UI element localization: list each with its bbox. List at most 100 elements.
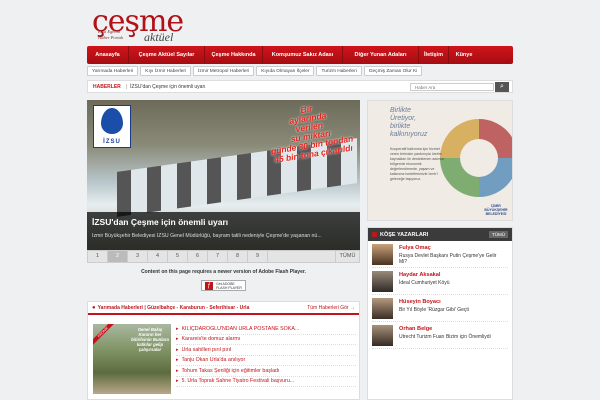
list-item[interactable]: ▸ Tohum Takas Şenliği için eğitimler başl… [176,366,356,377]
pager-page-8[interactable]: 8 [228,251,248,262]
list-item[interactable]: ▸ 5. Urla Toprak Sahne Tiyatro Festivali … [176,377,356,387]
columnists-panel: KÖŞE YAZARLARI TÜMÜ Fulya Omaç Rusya Dev… [367,227,513,400]
slide-caption[interactable]: İZSU'dan Çeşme için önemli uyarı İzmir B… [87,212,360,250]
subnav-item-metropol[interactable]: İzmir Metropol Haberleri [193,66,255,76]
advertisement-banner[interactable]: Birlikte Üretiyor, birlikte kalkınıyoruz… [367,100,513,221]
logo-aktuel-text: aktüel [144,30,174,44]
all-news-link[interactable]: Tüm Haberleri Gör → [307,305,355,311]
columnists-all-button[interactable]: TÜMÜ [489,231,508,238]
flash-badge-text: Get ADOBE FLASH PLAYER [216,282,242,290]
ticker-headline[interactable]: İZSU'dan Çeşme için önemli uyarı [130,84,205,90]
headline-slider[interactable]: İZSU Bir aylarında verilen su miktarı gü… [87,100,360,250]
columnist-name[interactable]: Haydar Aksakal [399,272,440,278]
nav-item-chios[interactable]: Komşumuz Sakız Adası [263,46,343,64]
nav-item-issues[interactable]: Çeşme Aktüel Sayılar [129,46,205,64]
izsu-logo-text: İZSU [103,139,121,145]
nav-item-greek-islands[interactable]: Diğer Yunan Adaları [343,46,419,64]
news-item-title[interactable]: KILIÇDAROĞLU'NDAN URLA POSTANE SOKA... [182,326,300,332]
news-item-title[interactable]: Karareis'te domuz alarmı [182,336,241,342]
pager-page-5[interactable]: 5 [168,251,188,262]
news-item-title[interactable]: Tohum Takas Şenliği için eğitimler başla… [182,368,280,374]
nav-item-home[interactable]: Anasayfa [87,46,129,64]
pager-all-button[interactable]: TÜMÜ [335,251,359,262]
news-categories[interactable]: Yarımada Haberleri | Güzelbahçe - Karabu… [98,305,250,311]
news-list: ▸ KILIÇDAROĞLU'NDAN URLA POSTANE SOKA... … [176,324,356,387]
columnist-item[interactable]: Haydar Aksakal İdeal Cumhuriyet Köyü [372,268,508,295]
subnav-item-coastal-izmir[interactable]: Kıyı İzmir Haberleri [140,66,192,76]
arrow-right-icon: ▸ [176,336,179,343]
pager-page-3[interactable]: 3 [128,251,148,262]
flash-placeholder: Content on this page requires a newer ve… [87,266,360,296]
columnist-name[interactable]: Orhan Belge [399,326,432,332]
pager-page-7[interactable]: 7 [208,251,228,262]
columnist-item[interactable]: Hüseyin Boyacı Bir Yıl Böyle 'Rüzgar Gib… [372,295,508,322]
columnist-article-title[interactable]: İdeal Cumhuriyet Köyü [399,280,504,286]
peninsula-news-block: ● Yarımada Haberleri | Güzelbahçe - Kara… [87,301,360,400]
news-item-title[interactable]: Urla sahilleri pırıl pırıl [182,347,232,353]
nav-item-contact[interactable]: İletişim [419,46,449,64]
page-wrapper: çeşme Kısa Egenin Haber Portalı aktüel A… [87,0,513,400]
arrow-right-icon: ▸ [176,325,179,332]
subnav-item-inland[interactable]: Kıyıda Olmayan İlçeler [256,66,315,76]
columnist-article-title[interactable]: Rusya Devlet Başkanı Putin Çeşme'ye Geli… [399,253,504,265]
list-item[interactable]: ▸ KILIÇDAROĞLU'NDAN URLA POSTANE SOKA... [176,324,356,335]
avatar[interactable] [372,244,393,265]
arrow-right-icon: ● [92,304,96,311]
avatar[interactable] [372,271,393,292]
news-image-caption: Genel Bakış Kararın her bitirilsinin Bun… [131,327,169,352]
columnists-title: KÖŞE YAZARLARI [380,231,429,238]
ad-slogan-line: birlikte [390,123,411,130]
pager-page-1[interactable]: 1 [88,251,108,262]
ad-municipality-logo: İZMİR BÜYÜKŞEHİR BELEDİYESİ [484,204,508,216]
site-logo[interactable]: çeşme Kısa Egenin Haber Portalı aktüel [92,4,212,44]
ad-slogan-line: Üretiyor, [390,115,417,122]
list-item[interactable]: ▸ Tanju Okan Urla'da anılıyor [176,356,356,366]
logo-tagline-1: Kısa Egenin [98,29,121,34]
ad-slogan-line: kalkınıyoruz [390,131,428,138]
subnav-item-history[interactable]: Geçmiş Zaman Olur Ki [363,66,423,76]
pager-page-6[interactable]: 6 [188,251,208,262]
arrow-right-icon: ▸ [176,367,179,374]
water-drop-icon [101,108,123,134]
nav-item-about[interactable]: Çeşme Hakkında [205,46,263,64]
flash-icon: ƒ [205,281,214,290]
list-item[interactable]: ▸ Urla sahilleri pırıl pırıl [176,345,356,356]
nav-item-imprint[interactable]: Künye [449,46,479,64]
columnist-item[interactable]: Fulya Omaç Rusya Devlet Başkanı Putin Çe… [372,241,508,268]
news-item-title[interactable]: Tanju Okan Urla'da anılıyor [182,357,246,363]
news-item-title[interactable]: 5. Urla Toprak Sahne Tiyatro Festivali b… [182,378,295,384]
ad-slogan-bottom: birlikte kalkınıyoruz [390,123,427,139]
pager-page-2[interactable]: 2 [108,251,128,262]
logo-tagline-2: Haber Portalı [98,35,124,40]
news-block-header: ● Yarımada Haberleri | Güzelbahçe - Kara… [88,302,359,315]
columnist-article-title[interactable]: Utrecht Turizm Fuarı Bizim için Önemliyd… [399,334,504,340]
list-item[interactable]: ▸ Karareis'te domuz alarmı [176,335,356,345]
subnav-item-tourism[interactable]: Turizm Haberleri [316,66,362,76]
pager-page-4[interactable]: 4 [148,251,168,262]
columnist-item[interactable]: Orhan Belge Utrecht Turizm Fuarı Bizim i… [372,322,508,349]
ad-slogan-top: Birlikte Üretiyor, [390,107,416,123]
ad-body-text: Kooperatif kalkınma için hizmet veren bi… [390,147,445,181]
columnist-icon [372,232,377,237]
flash-badge-line: FLASH PLAYER [216,285,242,290]
avatar[interactable] [372,298,393,319]
pager-page-9[interactable]: 9 [248,251,268,262]
avatar[interactable] [372,325,393,346]
search-input[interactable] [410,83,494,91]
news-feature-image[interactable]: KRONİK Genel Bakış Kararın her bitirilsi… [93,324,171,394]
columnists-header: KÖŞE YAZARLARI TÜMÜ [368,228,512,241]
subnav-item-peninsula[interactable]: Yarımada Haberleri [87,66,139,76]
sub-nav: Yarımada Haberleri Kıyı İzmir Haberleri … [87,66,513,76]
columnist-name[interactable]: Fulya Omaç [399,245,431,251]
columnist-name[interactable]: Hüseyin Boyacı [399,299,441,305]
arrow-right-icon: ▸ [176,357,179,364]
main-nav: Anasayfa Çeşme Aktüel Sayılar Çeşme Hakk… [87,46,513,64]
ad-photo-ring-center [460,139,498,177]
slide-title[interactable]: İZSU'dan Çeşme için önemli uyarı [92,217,355,227]
slide-description: İzmir Büyükşehir Belediyesi İZSU Genel M… [92,233,322,239]
get-flash-button[interactable]: ƒ Get ADOBE FLASH PLAYER [201,280,246,291]
columnist-article-title[interactable]: Bir Yıl Böyle 'Rüzgar Gibi' Geçti [399,307,504,313]
ticker-label: HABERLER [93,83,121,90]
search-icon[interactable]: ⌕ [495,82,509,92]
news-ticker: HABERLER | İZSU'dan Çeşme için önemli uy… [87,80,513,93]
